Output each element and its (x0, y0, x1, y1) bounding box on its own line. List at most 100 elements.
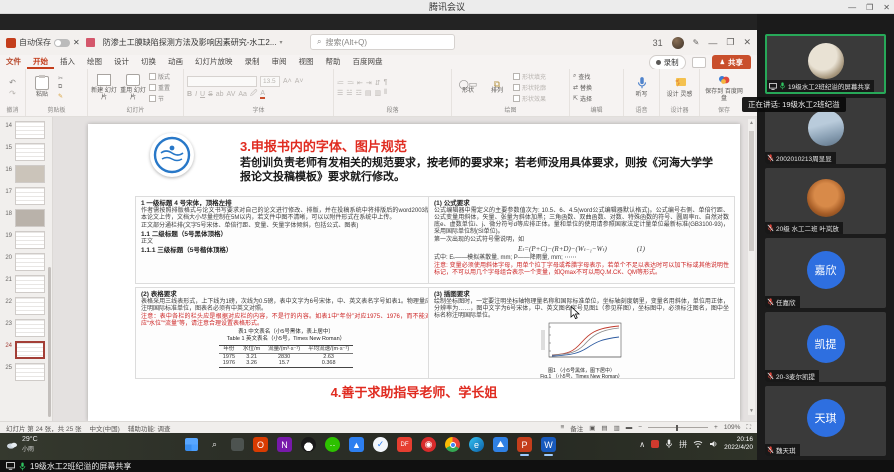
underline-icon[interactable]: U (200, 91, 205, 98)
current-slide[interactable]: 3.申报书内的字体、图片规范 若创训负责老师有发相关的规范要求，按老师的要求来；… (88, 124, 740, 421)
meeting-close-button[interactable]: ✕ (883, 3, 890, 12)
select-button[interactable]: ⇱选择 (573, 94, 592, 103)
strikethrough-icon[interactable]: S (208, 91, 213, 98)
slideshow-view-icon[interactable]: ▬ (626, 424, 633, 431)
section-button[interactable]: 节 (149, 94, 170, 103)
italic-icon[interactable]: I (195, 91, 197, 98)
qq-icon[interactable] (301, 437, 316, 452)
search-icon[interactable]: ⌕ (207, 437, 222, 452)
bold-icon[interactable]: B (187, 91, 192, 98)
ppt-minimize-button[interactable]: — (708, 38, 717, 48)
sorter-view-icon[interactable]: ▤ (601, 424, 607, 432)
check-app-icon[interactable]: ✓ (373, 437, 388, 452)
thumbnail-slide-16[interactable]: 16 (4, 165, 50, 183)
save-to-baidu-button[interactable]: 保存到 百度网盘 (704, 73, 744, 102)
share-button[interactable]: ♟ 共享 (712, 55, 751, 70)
thumbnail-slide-24-selected[interactable]: 24 (4, 341, 50, 359)
tab-view[interactable]: 视图 (293, 55, 320, 69)
comments-button[interactable] (692, 57, 706, 68)
pen-icon[interactable]: ✎ (693, 38, 700, 47)
edge-icon[interactable]: e (469, 437, 484, 452)
ppt-close-button[interactable]: ✕ (743, 37, 751, 48)
tab-file[interactable]: 文件 (0, 55, 27, 69)
tray-mic-icon[interactable] (665, 439, 673, 449)
word-taskbar-icon[interactable]: W (541, 437, 556, 452)
canvas-scrollbar[interactable]: ▲ ▼ (748, 119, 755, 415)
text-shadow-icon[interactable]: ab (216, 91, 224, 98)
office-icon[interactable]: O (253, 437, 268, 452)
meeting-maximize-button[interactable]: ❐ (866, 3, 873, 12)
tab-slideshow[interactable]: 幻灯片放映 (189, 55, 239, 69)
font-size-select[interactable]: 13.5 (260, 76, 280, 87)
participant-tile-kaiti[interactable]: 凯提 20-3麦尔凯提 (765, 312, 886, 382)
paste-button[interactable]: 粘贴 (29, 76, 55, 99)
accessibility-indicator[interactable]: 辅助功能: 调查 (128, 423, 171, 433)
zoom-level[interactable]: 109% (724, 424, 741, 431)
highlight-icon[interactable]: 🖉 (250, 89, 257, 100)
reset-button[interactable]: 重置 (149, 83, 170, 92)
thumbnail-slide-23[interactable]: 23 (4, 319, 50, 337)
gallery-icon[interactable]: ▲ (349, 437, 364, 452)
language-indicator[interactable]: 中文(中国) (90, 423, 120, 433)
participant-tile-yelanfang[interactable]: 20级 水工二班 叶岚放 (765, 168, 886, 234)
ppt-restore-button[interactable]: ❐ (726, 37, 734, 48)
notes-button[interactable]: 备注 (570, 423, 583, 433)
start-icon[interactable] (185, 438, 198, 451)
autosave-switch[interactable] (54, 39, 70, 47)
hidden-icons-arrow[interactable]: ∧ (639, 440, 645, 449)
weather-widget[interactable]: 29°C 小雨 (6, 436, 38, 453)
replace-button[interactable]: ⇄替换 (573, 83, 592, 92)
zoom-slider[interactable] (648, 427, 708, 428)
participant-tile-jiyi-screenshare[interactable]: 19级水工2班纪溢的屏幕共享 (765, 34, 886, 94)
layout-button[interactable]: 版式 (149, 72, 170, 81)
char-spacing-icon[interactable]: AV (227, 91, 236, 98)
input-method-indicator[interactable]: 拼 (679, 439, 687, 450)
participant-tile-renjiaxin[interactable]: 嘉欣 任嘉欣 (765, 238, 886, 308)
thumbnail-scrollbar[interactable] (48, 267, 51, 417)
record-button[interactable]: 录制 (649, 55, 686, 70)
thumbnail-slide-15[interactable]: 15 (4, 143, 50, 161)
thumbnail-slide-19[interactable]: 19 (4, 231, 50, 249)
meeting-minimize-button[interactable]: — (848, 3, 856, 12)
powerpoint-taskbar-icon[interactable]: P (517, 437, 532, 452)
volume-icon[interactable] (709, 440, 718, 448)
reading-view-icon[interactable]: ▥ (614, 424, 620, 432)
design-ideas-button[interactable]: 设计 灵感 (667, 76, 693, 99)
taskbar-clock[interactable]: 20:16 2022/4/20 (724, 436, 753, 452)
tab-record[interactable]: 录制 (239, 55, 266, 69)
shapes-button[interactable]: ◯▭ 形状 (455, 81, 481, 94)
wechat-icon[interactable]: ·· (325, 437, 340, 452)
autosave-toggle[interactable]: 自动保存 ✕ (6, 37, 80, 48)
font-name-select[interactable] (187, 76, 257, 87)
dictate-button[interactable]: 听写 (629, 76, 655, 99)
fit-slide-icon[interactable]: ⛶ (746, 424, 751, 432)
reuse-slides-button[interactable]: 重用 幻灯片 (120, 74, 146, 101)
thumbnail-slide-20[interactable]: 20 (4, 253, 50, 271)
change-case-icon[interactable]: Aa (238, 91, 247, 98)
tab-design[interactable]: 设计 (108, 55, 135, 69)
media-app-icon[interactable]: ◉ (421, 437, 436, 452)
participant-tile-weitianqi[interactable]: 天琪 魏天琪 (765, 386, 886, 456)
normal-view-icon[interactable]: ▣ (589, 424, 595, 432)
font-color-icon[interactable]: A (260, 90, 265, 99)
zoom-in-button[interactable]: + (714, 424, 718, 431)
format-painter-icon[interactable]: ✎ (58, 93, 63, 100)
tray-red-app-icon[interactable] (651, 440, 659, 448)
shape-fill-label[interactable]: 形状填充 (522, 72, 546, 81)
grow-font-icon[interactable]: A˄ (283, 78, 292, 85)
zoom-out-button[interactable]: − (638, 424, 642, 431)
account-avatar[interactable] (672, 37, 684, 49)
wps-icon[interactable]: DF (397, 437, 412, 452)
thumbnail-slide-22[interactable]: 22 (4, 297, 50, 315)
new-slide-button[interactable]: 新建 幻灯片 (91, 74, 117, 101)
thumbnail-slide-25[interactable]: 25 (4, 363, 50, 381)
title-chevron-icon[interactable]: ▾ (279, 39, 282, 46)
thumbnail-slide-14[interactable]: 14 (4, 121, 50, 139)
tab-home[interactable]: 开始 (27, 55, 54, 69)
slide-thumbnail-panel[interactable]: 14 15 16 17 18 19 20 21 22 23 24 25 (0, 117, 53, 421)
thumbnail-slide-18[interactable]: 18 (4, 209, 50, 227)
photos-icon[interactable]: ⛰ (493, 437, 508, 452)
tab-draw[interactable]: 绘图 (81, 55, 108, 69)
find-button[interactable]: ⌕查找 (573, 72, 592, 81)
tab-help[interactable]: 帮助 (320, 55, 347, 69)
